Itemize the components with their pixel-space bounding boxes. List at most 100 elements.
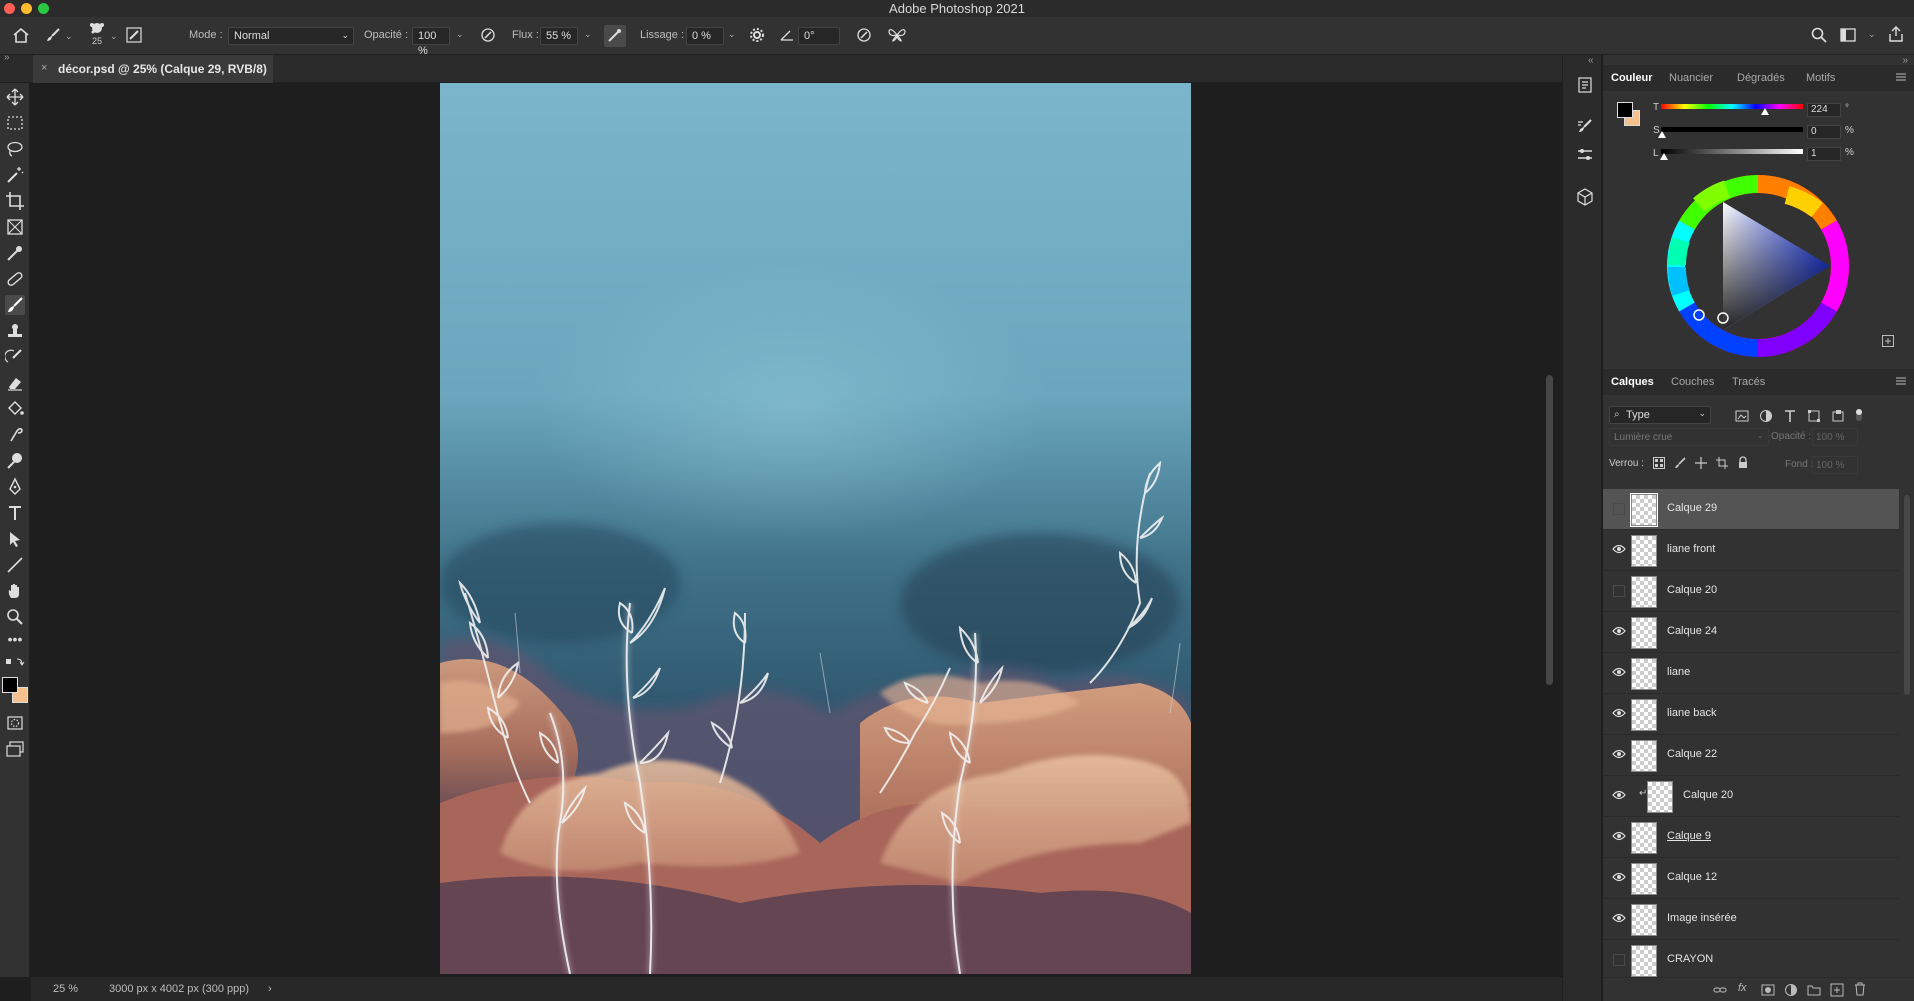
layer-filter-select[interactable]: ⌕ Type ⌄ <box>1609 406 1711 424</box>
dodge-tool-icon[interactable] <box>5 451 25 471</box>
lasso-tool-icon[interactable] <box>5 139 25 159</box>
healing-brush-tool-icon[interactable] <box>5 269 25 289</box>
airbrush-icon[interactable] <box>604 25 626 47</box>
layer-row[interactable]: Calque 22 <box>1603 735 1899 776</box>
chevron-down-icon[interactable]: ⌄ <box>728 29 736 40</box>
panel-menu-icon[interactable] <box>1896 377 1906 385</box>
move-tool-icon[interactable] <box>5 87 25 107</box>
layer-row[interactable]: Calque 29 <box>1603 489 1899 530</box>
tab-nuancier[interactable]: Nuancier <box>1669 72 1713 84</box>
paint-bucket-tool-icon[interactable] <box>5 399 25 419</box>
filter-toggle-icon[interactable] <box>1853 408 1865 422</box>
brush-settings-panel-icon[interactable] <box>1575 117 1595 137</box>
hue-input[interactable]: 224 <box>1807 103 1841 117</box>
layer-row[interactable]: Calque 24 <box>1603 612 1899 653</box>
status-menu-arrow[interactable]: › <box>268 983 272 995</box>
tab-motifs[interactable]: Motifs <box>1806 72 1835 84</box>
path-selection-tool-icon[interactable] <box>5 529 25 549</box>
filter-smart-object-icon[interactable] <box>1831 409 1845 423</box>
pressure-size-icon[interactable] <box>856 27 872 43</box>
layer-row[interactable]: liane back <box>1603 694 1899 735</box>
chevron-down-icon[interactable]: ⌄ <box>65 31 73 42</box>
color-wheel[interactable] <box>1667 175 1849 357</box>
search-icon[interactable] <box>1811 27 1827 43</box>
layer-row[interactable]: Image insérée <box>1603 899 1899 940</box>
lock-transparent-icon[interactable] <box>1653 457 1665 469</box>
adjustment-layer-icon[interactable] <box>1784 983 1798 997</box>
hue-slider-handle[interactable] <box>1761 108 1769 115</box>
filter-adjustment-icon[interactable] <box>1759 409 1773 423</box>
lightness-slider-handle[interactable] <box>1660 153 1668 160</box>
link-layers-icon[interactable] <box>1713 983 1727 997</box>
saturation-input[interactable]: 0 <box>1807 125 1841 139</box>
visibility-toggle[interactable] <box>1613 585 1625 597</box>
eyedropper-tool-icon[interactable] <box>5 243 25 263</box>
new-group-folder-icon[interactable] <box>1807 983 1821 997</box>
crop-tool-icon[interactable] <box>5 191 25 211</box>
layer-row[interactable]: Calque 12 <box>1603 858 1899 899</box>
zoom-tool-icon[interactable] <box>5 607 25 627</box>
smoothing-input[interactable]: 0 % <box>686 27 724 45</box>
tab-calques[interactable]: Calques <box>1611 376 1654 388</box>
close-tab-icon[interactable]: × <box>41 62 47 74</box>
eye-icon[interactable] <box>1612 831 1626 841</box>
eraser-tool-icon[interactable] <box>5 373 25 393</box>
history-panel-icon[interactable] <box>1575 75 1595 95</box>
lock-artboard-icon[interactable] <box>1716 457 1728 469</box>
eye-icon[interactable] <box>1612 749 1626 759</box>
pressure-opacity-icon[interactable] <box>480 27 496 43</box>
lightness-slider[interactable] <box>1661 149 1803 154</box>
eye-icon[interactable] <box>1612 913 1626 923</box>
3d-panel-icon[interactable] <box>1575 187 1595 207</box>
opacity-input[interactable]: 100 % <box>412 27 450 57</box>
eye-icon[interactable] <box>1612 626 1626 636</box>
fx-icon[interactable]: fx <box>1738 982 1747 994</box>
fill-input[interactable]: 100 % <box>1812 456 1858 474</box>
lock-all-icon[interactable] <box>1737 456 1749 469</box>
quick-mask-icon[interactable] <box>5 713 25 733</box>
add-mask-icon[interactable] <box>1761 983 1775 997</box>
eye-icon[interactable] <box>1612 544 1626 554</box>
screen-mode-icon[interactable] <box>5 739 25 759</box>
saturation-slider-handle[interactable] <box>1658 131 1666 138</box>
saturation-slider[interactable] <box>1661 127 1803 132</box>
collapse-toolbar-icon[interactable]: » <box>4 52 10 63</box>
vertical-scrollbar[interactable] <box>1546 375 1553 685</box>
layer-row[interactable]: ↵ Calque 20 <box>1603 776 1899 817</box>
history-brush-tool-icon[interactable] <box>5 347 25 367</box>
eye-icon[interactable] <box>1612 790 1626 800</box>
lock-position-icon[interactable] <box>1695 457 1707 469</box>
layer-row[interactable]: liane <box>1603 653 1899 694</box>
tab-couleur[interactable]: Couleur <box>1611 72 1653 84</box>
clone-stamp-tool-icon[interactable] <box>5 321 25 341</box>
home-icon[interactable] <box>12 27 30 43</box>
new-layer-icon[interactable] <box>1830 983 1844 997</box>
foreground-color-swatch[interactable] <box>1617 102 1633 118</box>
chevron-down-icon[interactable]: ⌄ <box>1868 29 1876 40</box>
chevron-down-icon[interactable]: ⌄ <box>584 29 592 40</box>
visibility-toggle[interactable] <box>1613 954 1625 966</box>
more-tools-icon[interactable]: ••• <box>5 632 25 653</box>
chevron-down-icon[interactable]: ⌄ <box>456 29 464 40</box>
smudge-tool-icon[interactable] <box>5 425 25 445</box>
brush-tool-icon[interactable] <box>5 295 25 315</box>
document-canvas[interactable] <box>440 83 1191 974</box>
close-window-button[interactable] <box>4 3 15 14</box>
blend-mode-select[interactable]: Lumière crue ⌄ <box>1609 428 1769 446</box>
angle-input[interactable]: 0° <box>798 27 840 45</box>
hand-tool-icon[interactable] <box>5 581 25 601</box>
smoothing-settings-gear-icon[interactable] <box>749 27 765 43</box>
symmetry-butterfly-icon[interactable] <box>888 27 906 43</box>
zoom-level[interactable]: 25 % <box>53 983 78 995</box>
line-tool-icon[interactable] <box>5 555 25 575</box>
layer-row[interactable]: liane front <box>1603 530 1899 571</box>
mode-select[interactable]: Normal ⌄ <box>228 27 354 45</box>
zoom-window-button[interactable] <box>38 3 49 14</box>
swap-colors-icon[interactable] <box>5 657 25 669</box>
flow-input[interactable]: 55 % <box>540 27 578 45</box>
hue-slider[interactable] <box>1661 104 1803 109</box>
filter-shape-icon[interactable] <box>1807 409 1821 423</box>
collapse-panels-icon[interactable]: « <box>1588 55 1594 66</box>
eye-icon[interactable] <box>1612 667 1626 677</box>
layers-scrollbar[interactable] <box>1904 495 1910 695</box>
